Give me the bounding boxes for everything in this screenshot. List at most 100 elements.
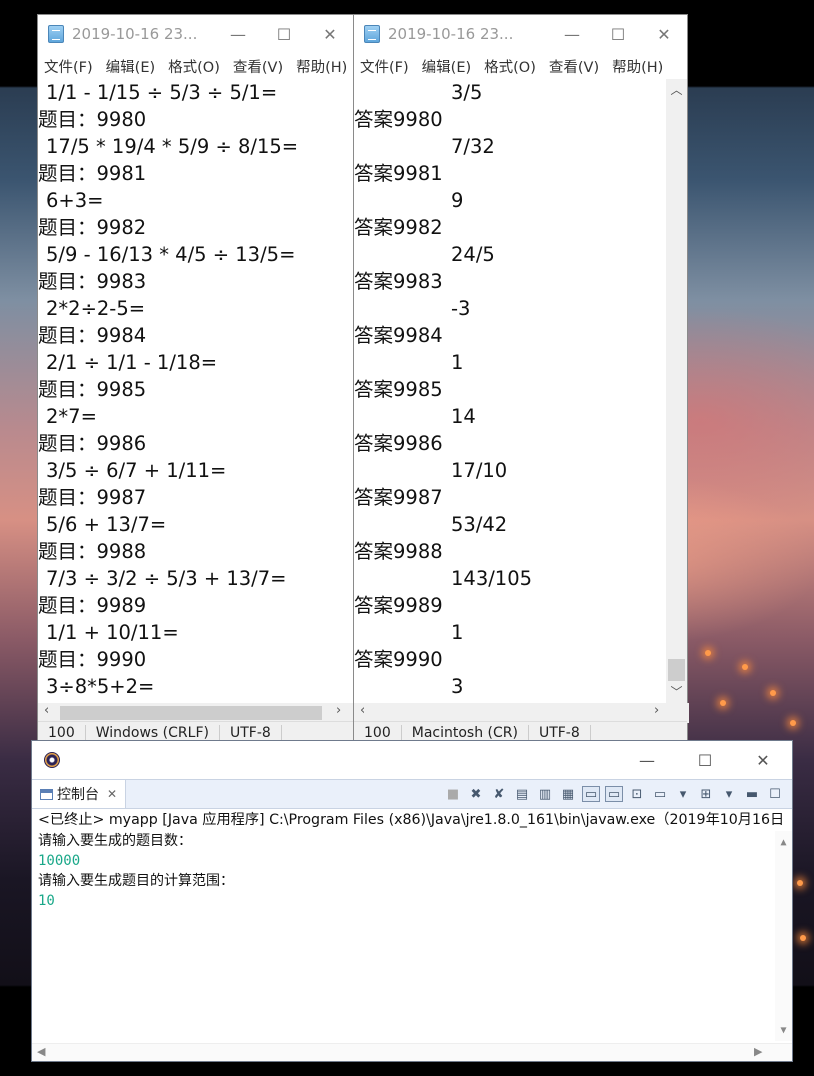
- question-line-label: 题目：9987: [38, 486, 147, 509]
- window-title: 2019-10-16 23...: [72, 25, 198, 43]
- console-output[interactable]: 请输入要生成的题目数： 10000 请输入要生成题目的计算范围： 10 ▲ ▼: [32, 831, 792, 1041]
- process-status-line: <已终止> myapp [Java 应用程序] C:\Program Files…: [38, 812, 785, 828]
- scroll-right-icon[interactable]: ▶: [754, 1045, 762, 1058]
- lantern-light: [770, 690, 776, 696]
- scroll-up-icon[interactable]: ▲: [775, 833, 792, 853]
- minimize-icon[interactable]: —: [549, 25, 595, 44]
- answer-line-label: 答案9981: [354, 162, 443, 185]
- scroll-down-icon[interactable]: ﹀: [666, 683, 687, 700]
- status-line-ending: Macintosh (CR): [402, 725, 529, 741]
- title-bar[interactable]: 2019-10-16 23... — ☐ ✕: [38, 15, 353, 53]
- scroll-right-icon[interactable]: ›: [336, 703, 341, 718]
- title-bar[interactable]: 2019-10-16 23... — ☐ ✕: [354, 15, 687, 53]
- answer-line-label: 答案9985: [354, 378, 443, 401]
- terminate-icon[interactable]: ■: [444, 785, 462, 803]
- display-console-icon[interactable]: ▭: [651, 785, 669, 803]
- scroll-lock-icon[interactable]: ▥: [536, 785, 554, 803]
- minimize-icon[interactable]: —: [215, 25, 261, 44]
- answer-line-ans: 1: [451, 621, 464, 644]
- answer-line-ans: 14: [451, 405, 476, 428]
- menu-file[interactable]: 文件(F): [360, 56, 409, 77]
- scroll-up-icon[interactable]: ︿: [666, 81, 687, 98]
- lantern-light: [705, 650, 711, 656]
- text-area[interactable]: 3/5 答案9980 7/32 答案9981 9 答案9982 24/5 答案9983 -3 答案…: [354, 79, 687, 703]
- console-icon: [40, 788, 53, 800]
- menu-view[interactable]: 查看(V): [549, 56, 599, 77]
- console-lines: 请输入要生成的题目数： 10000 请输入要生成题目的计算范围： 10: [38, 831, 792, 911]
- pin-console-icon[interactable]: ⊡: [628, 785, 646, 803]
- scroll-left-icon[interactable]: ‹: [44, 703, 49, 718]
- question-line-expr: 5/9 - 16/13 * 4/5 ÷ 13/5=: [46, 243, 296, 266]
- tab-label: 控制台: [57, 787, 99, 803]
- open-console-icon[interactable]: ⊞: [697, 785, 715, 803]
- notepad-window-answers[interactable]: 2019-10-16 23... — ☐ ✕ 文件(F) 编辑(E) 格式(O)…: [353, 14, 689, 744]
- horizontal-scrollbar[interactable]: ‹ ›: [38, 703, 355, 723]
- answer-line-ans: 9: [451, 189, 464, 212]
- question-line-expr: 6+3=: [46, 189, 104, 212]
- maximize-view-icon[interactable]: ☐: [766, 785, 784, 803]
- menu-format[interactable]: 格式(O): [484, 56, 536, 77]
- remove-all-terminated-icon[interactable]: ✘: [490, 785, 508, 803]
- scroll-down-icon[interactable]: ▼: [775, 1021, 792, 1041]
- scroll-left-icon[interactable]: ◀: [37, 1045, 45, 1058]
- maximize-icon[interactable]: ☐: [261, 25, 307, 44]
- console-prompt: 请输入要生成的题目数：: [38, 833, 192, 849]
- chevron-down-icon[interactable]: ▾: [674, 785, 692, 803]
- horizontal-scrollbar[interactable]: ◀ ▶: [32, 1043, 792, 1061]
- vertical-scrollbar[interactable]: ︿ ﹀: [666, 79, 687, 703]
- menu-bar: 文件(F) 编辑(E) 格式(O) 查看(V) 帮助(H): [354, 53, 687, 79]
- question-line-label: 题目：9981: [38, 162, 147, 185]
- close-icon[interactable]: ✕: [641, 25, 687, 44]
- menu-file[interactable]: 文件(F): [44, 56, 93, 77]
- scroll-right-icon[interactable]: ›: [654, 703, 659, 718]
- menu-help[interactable]: 帮助(H): [612, 56, 663, 77]
- vertical-scrollbar[interactable]: ▲ ▼: [775, 831, 792, 1041]
- minimize-view-icon[interactable]: ▬: [743, 785, 761, 803]
- answer-line-label: 答案9988: [354, 540, 443, 563]
- status-position: 100: [354, 725, 402, 741]
- window-title: 2019-10-16 23...: [388, 25, 514, 43]
- scroll-left-icon[interactable]: ‹: [360, 703, 365, 718]
- remove-launch-icon[interactable]: ✖: [467, 785, 485, 803]
- scroll-thumb[interactable]: [60, 706, 322, 720]
- menu-edit[interactable]: 编辑(E): [422, 56, 471, 77]
- question-line-label: 题目：9988: [38, 540, 147, 563]
- close-icon[interactable]: ✕: [307, 25, 353, 44]
- menu-format[interactable]: 格式(O): [168, 56, 220, 77]
- text-area[interactable]: 1/1 - 1/15 ÷ 5/3 ÷ 5/1= 题目：9980 17/5 * 19/…: [38, 79, 353, 703]
- eclipse-console-window[interactable]: — ☐ ✕ 控制台 ✕ ■ ✖ ✘ ▤ ▥ ▦ ▭ ▭ ⊡ ▭ ▾ ⊞ ▾ ▬ …: [31, 740, 793, 1062]
- close-icon[interactable]: ✕: [734, 751, 792, 770]
- question-line-expr: 7/3 ÷ 3/2 ÷ 5/3 + 13/7=: [46, 567, 287, 590]
- status-line-ending: Windows (CRLF): [86, 725, 220, 741]
- menu-view[interactable]: 查看(V): [233, 56, 283, 77]
- question-line-expr: 3÷8*5+2=: [46, 675, 155, 698]
- scroll-thumb[interactable]: [668, 659, 685, 681]
- menu-edit[interactable]: 编辑(E): [106, 56, 155, 77]
- question-line-label: 题目：9980: [38, 108, 147, 131]
- close-tab-icon[interactable]: ✕: [107, 787, 117, 801]
- question-line-label: 题目：9989: [38, 594, 147, 617]
- show-on-stderr-icon[interactable]: ▭: [605, 786, 623, 802]
- minimize-icon[interactable]: —: [618, 751, 676, 770]
- question-line-expr: 2*7=: [46, 405, 97, 428]
- question-line-label: 题目：9985: [38, 378, 147, 401]
- maximize-icon[interactable]: ☐: [595, 25, 641, 44]
- answer-line-label: 答案9989: [354, 594, 443, 617]
- question-line-label: 题目：9984: [38, 324, 147, 347]
- maximize-icon[interactable]: ☐: [676, 751, 734, 770]
- tab-console[interactable]: 控制台 ✕: [32, 780, 127, 808]
- chevron-down-icon[interactable]: ▾: [720, 785, 738, 803]
- title-bar[interactable]: — ☐ ✕: [32, 741, 792, 779]
- answer-line-ans: 17/10: [451, 459, 508, 482]
- answer-line-label: 答案9986: [354, 432, 443, 455]
- notepad-window-questions[interactable]: 2019-10-16 23... — ☐ ✕ 文件(F) 编辑(E) 格式(O)…: [37, 14, 355, 744]
- question-line-expr: 17/5 * 19/4 * 5/9 ÷ 8/15=: [46, 135, 299, 158]
- horizontal-scrollbar[interactable]: ‹ ›: [354, 703, 689, 723]
- word-wrap-icon[interactable]: ▦: [559, 785, 577, 803]
- menu-help[interactable]: 帮助(H): [296, 56, 347, 77]
- lantern-light: [800, 935, 806, 941]
- question-line-label: 题目：9986: [38, 432, 147, 455]
- clear-console-icon[interactable]: ▤: [513, 785, 531, 803]
- show-on-stdout-icon[interactable]: ▭: [582, 786, 600, 802]
- question-line-label: 题目：9982: [38, 216, 147, 239]
